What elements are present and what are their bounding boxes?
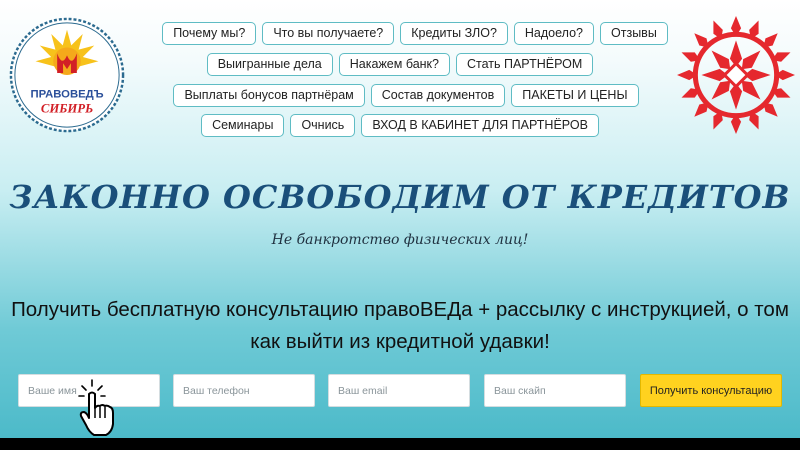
hero-headline: ЗАКОННО ОСВОБОДИМ ОТ КРЕДИТОВ xyxy=(9,178,791,216)
nav-button-what-you-get[interactable]: Что вы получаете? xyxy=(262,22,395,45)
phone-input[interactable] xyxy=(173,374,315,407)
nav-button-wake-up[interactable]: Очнись xyxy=(290,114,356,137)
nav-button-fed-up[interactable]: Надоело? xyxy=(513,22,595,45)
slavic-symbol-icon xyxy=(677,16,795,134)
nav-button-credits-evil[interactable]: Кредиты ЗЛО? xyxy=(400,22,508,45)
nav-button-partner-login[interactable]: ВХОД В КАБИНЕТ ДЛЯ ПАРТНЁРОВ xyxy=(361,114,599,137)
nav-button-become-partner[interactable]: Стать ПАРТНЁРОМ xyxy=(455,53,594,76)
landing-page: ПРАВОВЕДЪ СИБИРЬ Почему мы? Что вы получ… xyxy=(0,0,800,438)
nav-button-reviews[interactable]: Отзывы xyxy=(600,22,668,45)
offer-text: Получить бесплатную консультацию правоВЕ… xyxy=(11,298,789,353)
bottom-letterbox-bar xyxy=(0,438,800,450)
name-input[interactable] xyxy=(18,374,160,407)
skype-input[interactable] xyxy=(484,374,626,407)
nav-button-seminars[interactable]: Семинары xyxy=(201,114,285,137)
email-input[interactable] xyxy=(328,374,470,407)
hero-subheadline: Не банкротство физических лиц! xyxy=(271,232,529,248)
get-consultation-button[interactable]: Получить консультацию xyxy=(640,374,782,407)
nav-button-why-us[interactable]: Почему мы? xyxy=(162,22,257,45)
nav-button-won-cases[interactable]: Выигранные дела xyxy=(206,53,333,76)
nav-button-partner-bonuses[interactable]: Выплаты бонусов партнёрам xyxy=(173,84,365,107)
nav-button-documents[interactable]: Состав документов xyxy=(370,84,506,107)
nav-button-punish-bank[interactable]: Накажем банк? xyxy=(338,53,450,76)
nav-button-packages-prices[interactable]: ПАКЕТЫ И ЦЕНЫ xyxy=(511,84,639,107)
